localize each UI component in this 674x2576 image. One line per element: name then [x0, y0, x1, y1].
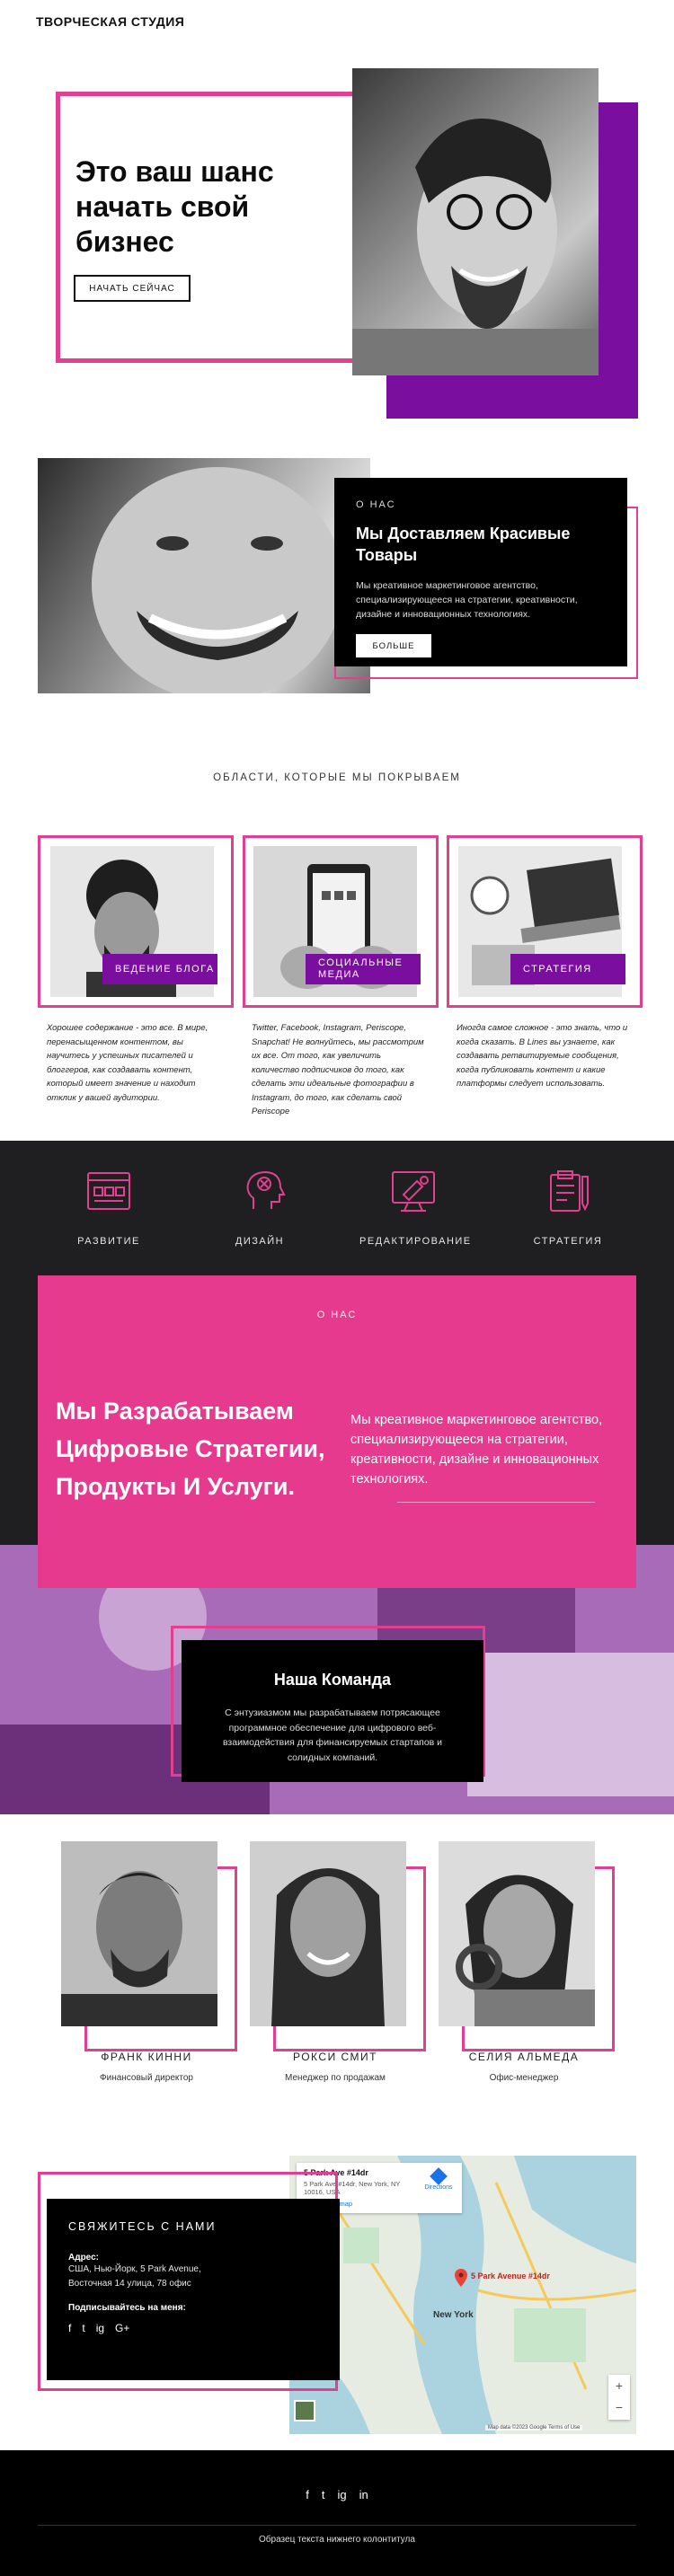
address-text: США, Нью-Йорк, 5 Park Avenue, Восточная … [68, 2264, 201, 2289]
instagram-icon[interactable]: ig [96, 2322, 104, 2334]
hero-photo [352, 68, 599, 375]
site-title: ТВОРЧЕСКАЯ СТУДИЯ [36, 14, 185, 29]
footer-divider [38, 2525, 636, 2526]
facebook-icon[interactable]: f [68, 2322, 71, 2334]
pink-title: Мы Разрабатываем Цифровые Стратегии, Про… [56, 1398, 325, 1500]
card-tag-social: СОЦИАЛЬНЫЕ МЕДИА [306, 954, 421, 984]
team-panel: Наша Команда С энтузиазмом мы разрабатыв… [182, 1640, 483, 1782]
member-role: Менеджер по продажам [285, 2073, 386, 2083]
team-text: С энтузиазмом мы разрабатываем потрясающ… [222, 1707, 443, 1763]
man-portrait-image [352, 119, 599, 375]
address-label: Адрес: [68, 2253, 99, 2263]
map-attribution: Map data ©2023 Google Terms of Use [485, 2425, 583, 2430]
card-text-social: Twitter, Facebook, Instagram, Periscope,… [252, 1023, 424, 1116]
card-text-blog: Хорошее содержание - это все. В мире, пе… [47, 1023, 208, 1103]
twitter-icon[interactable]: t [322, 2488, 325, 2501]
about-panel: О НАС Мы Доставляем Красивые Товары Мы к… [334, 478, 627, 666]
linkedin-icon[interactable]: in [359, 2488, 368, 2501]
map-zoom-out-button[interactable]: − [608, 2396, 630, 2418]
member-role: Финансовый директор [100, 2073, 193, 2083]
map-pin-icon[interactable] [455, 2269, 467, 2287]
team-title: Наша Команда [273, 1671, 392, 1689]
card-tag-strategy: СТРАТЕГИЯ [510, 954, 625, 984]
twitter-icon[interactable]: t [82, 2322, 84, 2334]
map-city-label: New York [433, 2310, 474, 2320]
member-name: СЕЛИЯ АЛЬМЕДА [468, 2051, 580, 2063]
member-role: Офис-менеджер [489, 2073, 559, 2083]
service-label: СТРАТЕГИЯ [533, 1236, 603, 1247]
footer-socials: f t ig in [0, 2488, 674, 2501]
monitor-edit-icon [390, 1168, 437, 1214]
about-photo [38, 458, 370, 701]
footer-text: Образец текста нижнего колонтитула [259, 2535, 415, 2545]
head-idea-icon [241, 1168, 288, 1214]
clipboard-strategy-icon [545, 1168, 591, 1214]
pink-eyebrow: О НАС [316, 1310, 358, 1320]
card-tag-blog: ВЕДЕНИЕ БЛОГА [102, 954, 217, 984]
map-pin-label: 5 Park Avenue #14dr [471, 2272, 550, 2280]
start-now-button[interactable]: НАЧАТЬ СЕЙЧАС [74, 275, 191, 302]
follow-label: Подписывайтесь на меня: [68, 2303, 186, 2313]
member-name: РОКСИ СМИТ [292, 2051, 378, 2063]
about-text: Мы креативное маркетинговое агентство, с… [356, 580, 578, 620]
pink-about-panel: О НАС Мы Разрабатываем Цифровые Стратеги… [38, 1275, 636, 1588]
directions-link[interactable]: Directions [421, 2167, 457, 2191]
contact-socials: f t ig G+ [68, 2322, 318, 2334]
about-eyebrow: О НАС [356, 499, 396, 510]
pink-underline [397, 1502, 595, 1503]
more-button[interactable]: БОЛЬШЕ [356, 634, 431, 657]
member-photo [61, 1841, 217, 2026]
smiling-man-image [92, 467, 343, 701]
pink-text: Мы креативное маркетинговое агентство, с… [350, 1413, 603, 1486]
service-label: ДИЗАЙН [235, 1236, 285, 1247]
member-photo [250, 1841, 406, 2026]
facebook-icon[interactable]: f [306, 2488, 309, 2501]
map-zoom-controls: + − [608, 2375, 630, 2420]
service-label: РЕДАКТИРОВАНИЕ [359, 1236, 472, 1247]
instagram-icon[interactable]: ig [338, 2488, 347, 2501]
service-label: РАЗВИТИЕ [77, 1236, 140, 1247]
contact-title: СВЯЖИТЕСЬ С НАМИ [68, 2220, 217, 2233]
google-plus-icon[interactable]: G+ [115, 2322, 129, 2334]
footer [0, 2450, 674, 2576]
directions-icon [430, 2167, 448, 2185]
hero-headline: Это ваш шанс начать свой бизнес [75, 155, 274, 258]
satellite-toggle[interactable] [294, 2400, 315, 2422]
member-name: ФРАНК КИННИ [101, 2051, 192, 2063]
areas-caption: ОБЛАСТИ, КОТОРЫЕ МЫ ПОКРЫВАЕМ [213, 772, 461, 783]
contact-panel: СВЯЖИТЕСЬ С НАМИ Адрес: США, Нью-Йорк, 5… [47, 2199, 340, 2380]
map-zoom-in-button[interactable]: + [608, 2375, 630, 2396]
card-text-strategy: Иногда самое сложное - это знать, что и … [457, 1023, 628, 1089]
browser-grid-icon [85, 1168, 132, 1214]
member-photo [439, 1841, 595, 2026]
directions-label: Directions [424, 2184, 453, 2191]
about-title: Мы Доставляем Красивые Товары [356, 525, 571, 564]
